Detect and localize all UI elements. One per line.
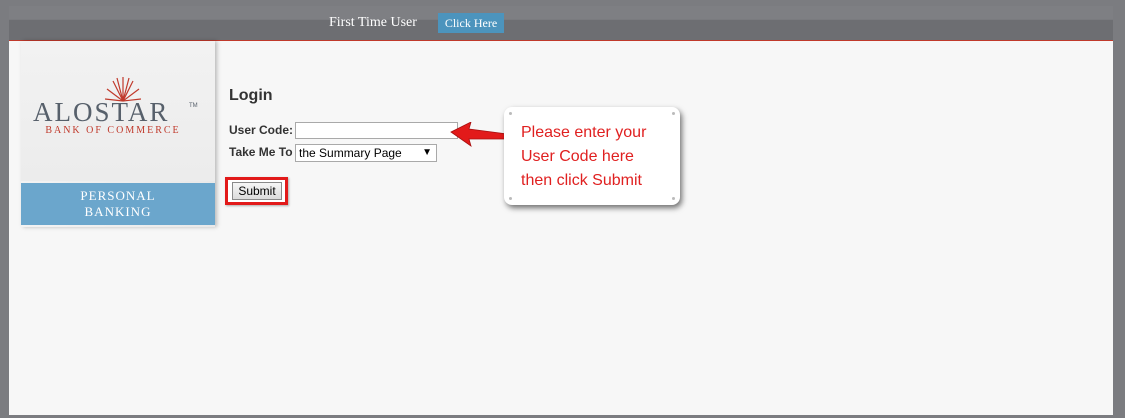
instruction-callout: Please enter your User Code here then cl… xyxy=(504,107,680,205)
callout-line3: then click Submit xyxy=(521,172,642,189)
main-content: ALOSTAR TM BANK OF COMMERCE PERSONAL BAN… xyxy=(9,41,1113,415)
logo-subtitle: BANK OF COMMERCE xyxy=(45,125,181,136)
login-title: Login xyxy=(229,87,273,104)
personal-banking-tab[interactable]: PERSONAL BANKING xyxy=(21,183,215,225)
personal-banking-line2: BANKING xyxy=(84,204,152,219)
top-bar: First Time User Click Here xyxy=(9,6,1113,40)
callout-line1: Please enter your xyxy=(521,124,647,141)
user-code-label: User Code: xyxy=(229,123,294,137)
take-me-to-label: Take Me To xyxy=(229,145,293,159)
personal-banking-line1: PERSONAL xyxy=(80,188,156,203)
user-code-input[interactable] xyxy=(295,122,458,139)
first-time-user-label: First Time User xyxy=(329,15,417,30)
logo-trademark: TM xyxy=(189,103,198,109)
callout-corner xyxy=(672,112,675,115)
alostar-logo: ALOSTAR TM BANK OF COMMERCE xyxy=(21,41,215,181)
callout-corner xyxy=(672,197,675,200)
take-me-to-selected: the Summary Page xyxy=(299,146,402,160)
left-panel: ALOSTAR TM BANK OF COMMERCE PERSONAL BAN… xyxy=(21,41,215,227)
callout-corner xyxy=(509,112,512,115)
click-here-button[interactable]: Click Here xyxy=(438,13,504,33)
browser-frame: First Time User Click Here ALOSTAR TM BA… xyxy=(0,0,1125,418)
callout-line2: User Code here xyxy=(521,148,634,165)
callout-corner xyxy=(509,197,512,200)
chevron-down-icon: ▼ xyxy=(422,147,432,158)
submit-button[interactable]: Submit xyxy=(232,182,282,200)
red-arrow-icon xyxy=(450,122,508,147)
logo-name: ALOSTAR xyxy=(33,97,170,127)
take-me-to-select[interactable]: the Summary Page ▼ xyxy=(295,144,437,162)
